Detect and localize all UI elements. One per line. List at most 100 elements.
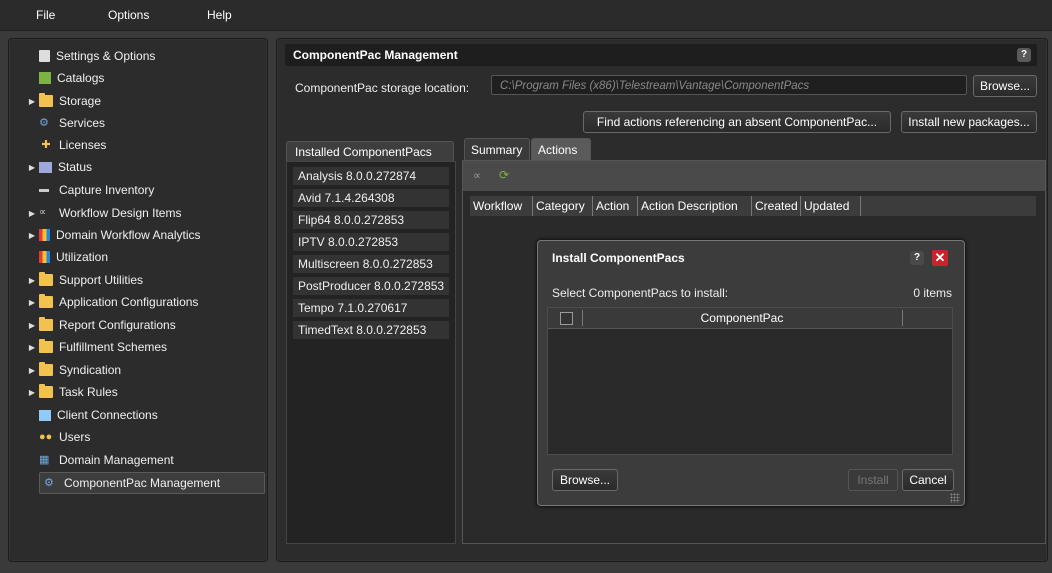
column-header-updated[interactable]: Updated xyxy=(801,196,861,216)
section-header: ComponentPac Management ? xyxy=(285,44,1037,66)
folder-icon xyxy=(39,384,53,398)
sidebar-item-fulfillment-schemes[interactable]: ▶ Fulfillment Schemes xyxy=(9,337,259,357)
expand-arrow-icon[interactable]: ▶ xyxy=(25,388,39,397)
componentpac-column-header: ComponentPac xyxy=(548,308,952,329)
dialog-help-button[interactable]: ? xyxy=(910,251,924,265)
sidebar-item-application-configurations[interactable]: ▶ Application Configurations xyxy=(9,292,259,312)
status-icon xyxy=(39,161,52,173)
expand-arrow-icon[interactable]: ▶ xyxy=(25,231,39,240)
sidebar-item-catalogs[interactable]: Catalogs xyxy=(9,68,259,88)
sidebar-item-capture-inventory[interactable]: ▬ Capture Inventory xyxy=(9,180,259,200)
find-actions-button[interactable]: Find actions referencing an absent Compo… xyxy=(583,111,891,133)
folder-icon xyxy=(39,93,53,107)
column-header-action[interactable]: Action xyxy=(593,196,638,216)
sidebar-item-storage[interactable]: ▶ Storage xyxy=(9,91,259,111)
refresh-icon[interactable]: ⟳ xyxy=(499,168,509,182)
storage-location-label: ComponentPac storage location: xyxy=(295,81,470,95)
menu-help[interactable]: Help xyxy=(207,8,232,22)
menu-file[interactable]: File xyxy=(36,8,55,22)
sidebar-item-workflow-design[interactable]: ▶ ∝ Workflow Design Items xyxy=(9,203,259,223)
key-icon: ✚ xyxy=(41,139,51,151)
list-item[interactable]: Tempo 7.1.0.270617 xyxy=(293,299,449,317)
expand-arrow-icon[interactable]: ▶ xyxy=(25,97,39,106)
item-count: 0 items xyxy=(913,286,952,300)
menu-bar: File Options Help xyxy=(0,0,1052,31)
column-header-category[interactable]: Category xyxy=(533,196,593,216)
sidebar-item-label: ComponentPac Management xyxy=(64,476,221,490)
menu-options[interactable]: Options xyxy=(108,8,149,22)
sidebar-item-syndication[interactable]: ▶ Syndication xyxy=(9,360,259,380)
column-header-filler xyxy=(861,196,1036,216)
sidebar-item-label: Application Configurations xyxy=(59,295,199,309)
install-new-packages-button[interactable]: Install new packages... xyxy=(901,111,1037,133)
utilization-icon xyxy=(39,251,50,263)
sidebar-item-client-connections[interactable]: Client Connections xyxy=(9,405,259,425)
sidebar-item-users[interactable]: ●● Users xyxy=(9,427,259,447)
sidebar-item-label: Catalogs xyxy=(57,71,105,85)
folder-icon xyxy=(39,317,53,331)
list-item[interactable]: IPTV 8.0.0.272853 xyxy=(293,233,449,251)
close-icon[interactable]: ✕ xyxy=(932,250,948,266)
sidebar-item-utilization[interactable]: Utilization xyxy=(9,247,259,267)
folder-icon xyxy=(39,339,53,353)
sidebar-item-domain-analytics[interactable]: ▶ Domain Workflow Analytics xyxy=(9,225,259,245)
tab-summary[interactable]: Summary xyxy=(464,138,530,160)
list-item[interactable]: PostProducer 8.0.0.272853 xyxy=(293,277,449,295)
expand-arrow-icon[interactable]: ▶ xyxy=(25,366,39,375)
expand-arrow-icon[interactable]: ▶ xyxy=(25,321,39,330)
column-header-action-description[interactable]: Action Description xyxy=(638,196,752,216)
expand-arrow-icon[interactable]: ▶ xyxy=(25,163,39,172)
tab-actions[interactable]: Actions xyxy=(531,138,591,160)
sidebar-item-status[interactable]: ▶ Status xyxy=(9,157,259,177)
column-header-componentpac[interactable]: ComponentPac xyxy=(582,308,902,328)
sidebar-item-label: Client Connections xyxy=(57,408,158,422)
folder-icon xyxy=(39,294,53,308)
list-item[interactable]: Avid 7.1.4.264308 xyxy=(293,189,449,207)
sidebar-item-label: Services xyxy=(59,116,106,130)
sidebar-item-support-utilities[interactable]: ▶ Support Utilities xyxy=(9,270,259,290)
dialog-browse-button[interactable]: Browse... xyxy=(552,469,618,491)
resize-grip-icon[interactable] xyxy=(950,493,960,503)
sidebar-item-task-rules[interactable]: ▶ Task Rules xyxy=(9,382,259,402)
sidebar-item-report-configurations[interactable]: ▶ Report Configurations xyxy=(9,315,259,335)
sidebar-item-domain-management[interactable]: ▦ Domain Management xyxy=(9,450,259,470)
list-item[interactable]: Flip64 8.0.0.272853 xyxy=(293,211,449,229)
column-divider xyxy=(902,310,903,326)
expand-arrow-icon[interactable]: ▶ xyxy=(25,343,39,352)
capture-icon: ▬ xyxy=(39,184,49,195)
workflow-link-icon[interactable]: ∝ xyxy=(473,169,481,182)
installed-list-header: Installed ComponentPacs xyxy=(286,141,454,161)
cancel-button[interactable]: Cancel xyxy=(902,469,954,491)
expand-arrow-icon[interactable]: ▶ xyxy=(25,209,39,218)
install-button[interactable]: Install xyxy=(848,469,898,491)
actions-toolbar: ∝ ⟳ xyxy=(463,161,1045,191)
list-item[interactable]: TimedText 8.0.0.272853 xyxy=(293,321,449,339)
sidebar-item-label: Settings & Options xyxy=(56,49,156,63)
storage-location-field[interactable]: C:\Program Files (x86)\Telestream\Vantag… xyxy=(491,75,967,95)
sidebar-item-licenses[interactable]: ✚ Licenses xyxy=(9,135,259,155)
column-header-workflow[interactable]: Workflow xyxy=(470,196,533,216)
help-button[interactable]: ? xyxy=(1017,48,1031,62)
analytics-icon xyxy=(39,229,50,241)
list-item[interactable]: Analysis 8.0.0.272874 xyxy=(293,167,449,185)
list-item[interactable]: Multiscreen 8.0.0.272853 xyxy=(293,255,449,273)
sidebar-item-label: Licenses xyxy=(59,138,107,152)
column-header-created[interactable]: Created xyxy=(752,196,801,216)
users-icon: ●● xyxy=(39,431,53,443)
services-icon: ⚙ xyxy=(39,117,49,129)
expand-arrow-icon[interactable]: ▶ xyxy=(25,276,39,285)
sidebar-item-settings[interactable]: Settings & Options xyxy=(9,46,259,66)
browse-storage-button[interactable]: Browse... xyxy=(973,75,1037,97)
folder-icon xyxy=(39,272,53,286)
select-all-checkbox[interactable] xyxy=(560,312,573,325)
expand-arrow-icon[interactable]: ▶ xyxy=(25,298,39,307)
workflow-icon: ∝ xyxy=(39,207,47,218)
sidebar-item-componentpac-management[interactable]: ⚙ ComponentPac Management xyxy=(39,472,265,494)
sidebar-item-label: Users xyxy=(59,430,91,444)
page-title: ComponentPac Management xyxy=(293,48,458,62)
sidebar-item-label: Report Configurations xyxy=(59,318,176,332)
sidebar: Settings & Options Catalogs ▶ Storage ⚙ … xyxy=(8,38,268,562)
sidebar-item-label: Workflow Design Items xyxy=(59,206,182,220)
sidebar-item-services[interactable]: ⚙ Services xyxy=(9,113,259,133)
sidebar-item-label: Syndication xyxy=(59,363,122,377)
